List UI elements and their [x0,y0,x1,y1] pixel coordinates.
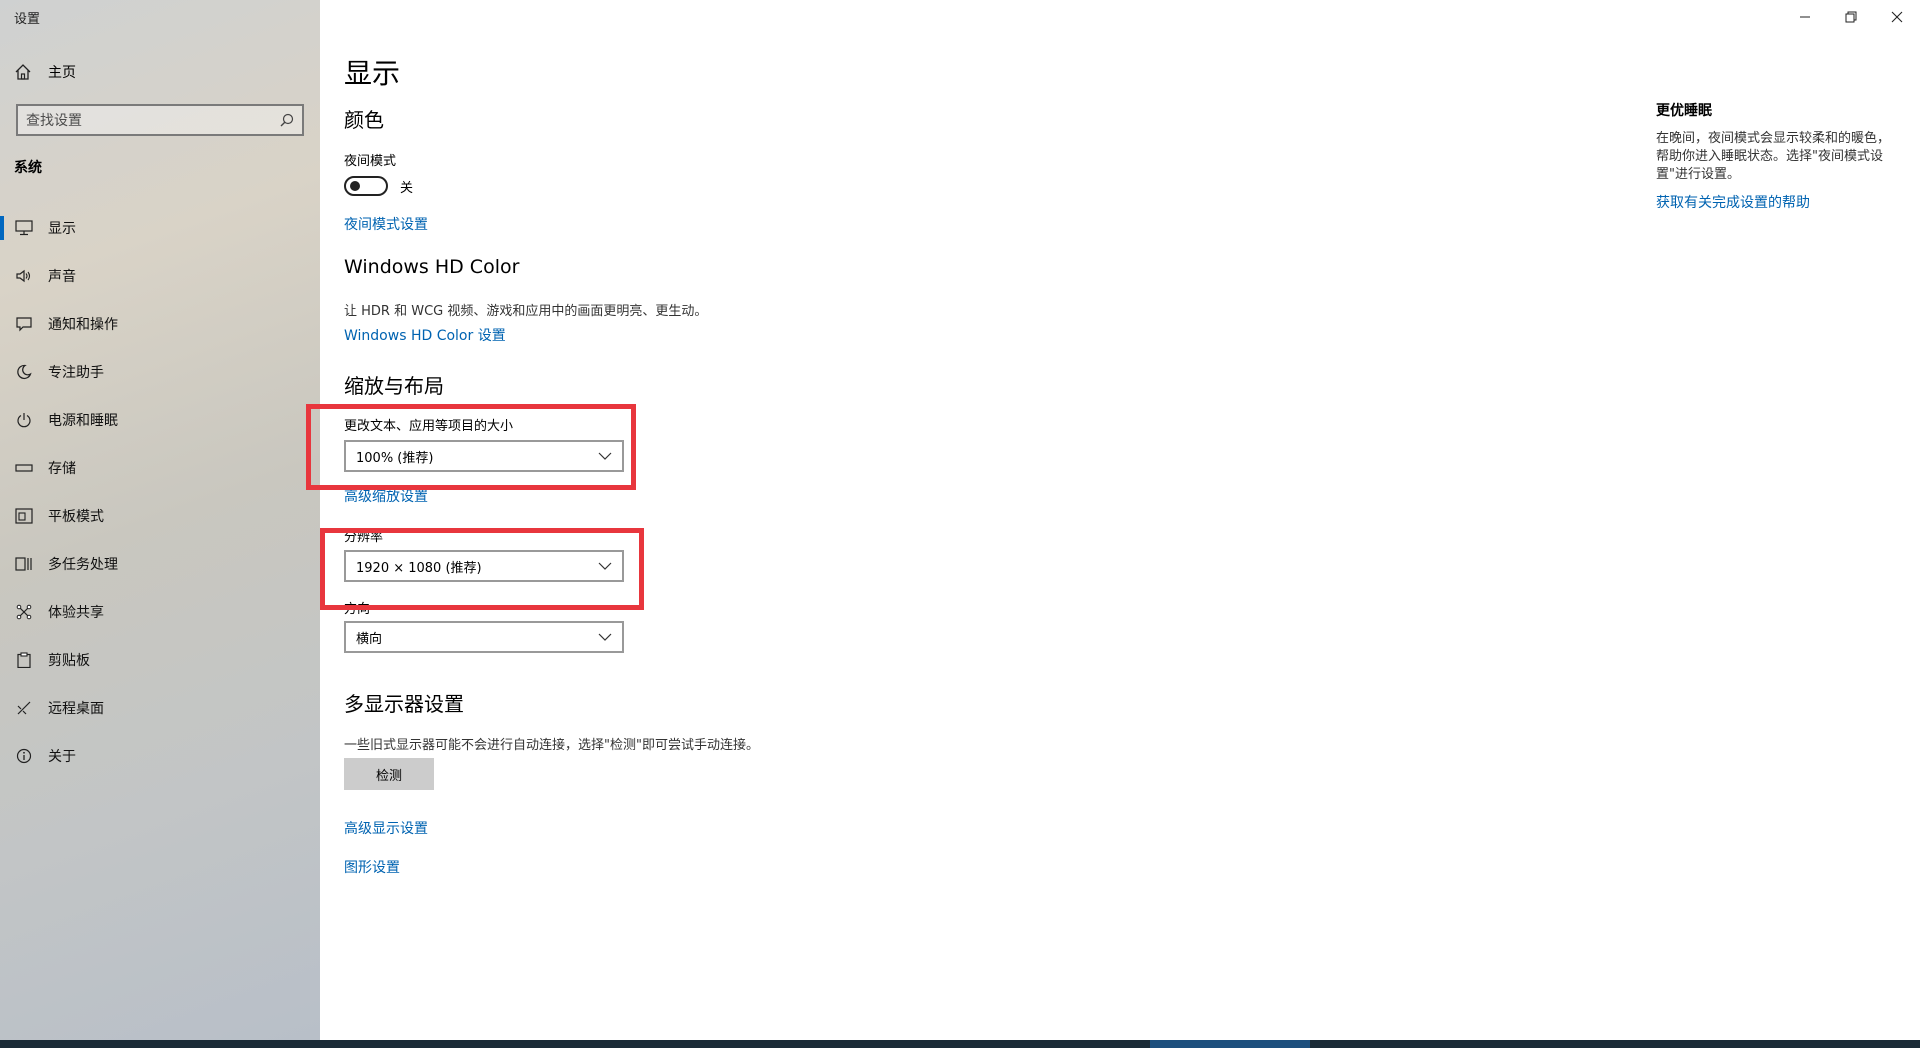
sidebar-item-display[interactable]: 显示 [0,204,320,252]
page-title: 显示 [344,57,401,90]
monitor-icon [14,218,34,238]
highlight-box-resolution [320,528,644,610]
share-icon [14,602,34,622]
sidebar-item-label: 显示 [48,221,76,237]
toggle-switch[interactable] [344,176,388,196]
night-mode-toggle[interactable]: 关 [344,176,413,196]
scale-heading: 缩放与布局 [344,374,444,398]
search-placeholder: 查找设置 [26,113,82,129]
power-icon [14,410,34,430]
hdr-heading: Windows HD Color [344,256,520,278]
taskbar-active-item[interactable] [1150,1040,1310,1048]
taskbar [0,1040,1920,1048]
window-title: 设置 [14,12,41,27]
sidebar-item-label: 电源和睡眠 [48,413,118,429]
sidebar-item-label: 多任务处理 [48,557,118,573]
minimize-icon[interactable] [1782,6,1828,28]
sidebar-item-label: 剪贴板 [48,653,90,669]
sidebar-item-label: 专注助手 [48,365,104,381]
orientation-dropdown[interactable]: 横向 [344,621,624,653]
toggle-knob [350,181,360,191]
close-icon[interactable] [1874,6,1920,28]
sidebar-item-multitasking[interactable]: 多任务处理 [0,540,320,588]
sidebar-item-label: 通知和操作 [48,317,118,333]
tablet-icon [14,506,34,526]
help-link[interactable]: 获取有关完成设置的帮助 [1656,192,1896,212]
sidebar-category: 系统 [14,160,42,176]
sidebar-item-label: 存储 [48,461,76,477]
help-text: 在晚间，夜间模式会显示较柔和的暖色，帮助你进入睡眠状态。选择"夜间模式设置"进行… [1656,131,1891,182]
multitask-icon [14,554,34,574]
info-icon [14,746,34,766]
sidebar-nav: 显示 声音 通知和操作 专注助手 电源和睡眠 存储 平板模式 多任务处理 体验共… [0,204,320,780]
sidebar-item-sound[interactable]: 声音 [0,252,320,300]
moon-icon [14,362,34,382]
search-input[interactable]: 查找设置 [16,104,304,136]
restore-icon[interactable] [1828,6,1874,28]
search-icon [280,113,294,127]
sidebar-home-label: 主页 [48,65,76,81]
hdr-settings-link[interactable]: Windows HD Color 设置 [344,325,506,345]
graphics-settings-link[interactable]: 图形设置 [344,857,400,877]
sidebar-item-focus-assist[interactable]: 专注助手 [0,348,320,396]
remote-icon [14,698,34,718]
advanced-display-link[interactable]: 高级显示设置 [344,818,428,838]
sidebar-item-power[interactable]: 电源和睡眠 [0,396,320,444]
highlight-box-scale [306,404,636,490]
sidebar-home[interactable]: 主页 [14,62,76,82]
chevron-down-icon [598,633,612,641]
sidebar-item-label: 远程桌面 [48,701,104,717]
sidebar-item-label: 声音 [48,269,76,285]
help-panel: 更优睡眠 在晚间，夜间模式会显示较柔和的暖色，帮助你进入睡眠状态。选择"夜间模式… [1656,100,1896,212]
night-mode-label: 夜间模式 [344,154,397,169]
night-mode-settings-link[interactable]: 夜间模式设置 [344,214,428,234]
sidebar-item-label: 关于 [48,749,76,765]
hdr-description: 让 HDR 和 WCG 视频、游戏和应用中的画面更明亮、更生动。 [344,304,708,319]
sidebar-item-storage[interactable]: 存储 [0,444,320,492]
sidebar-item-shared-experiences[interactable]: 体验共享 [0,588,320,636]
sidebar-item-label: 平板模式 [48,509,104,525]
orientation-value: 横向 [356,631,383,647]
window-controls [1782,6,1920,28]
sidebar: 设置 主页 查找设置 系统 显示 声音 通知和操作 专注助手 电源和睡眠 存储 … [0,0,320,1040]
detect-button[interactable]: 检测 [344,758,434,790]
sidebar-item-tablet[interactable]: 平板模式 [0,492,320,540]
storage-icon [14,458,34,478]
sidebar-item-notifications[interactable]: 通知和操作 [0,300,320,348]
night-mode-state: 关 [400,180,414,196]
home-icon [15,64,31,80]
sidebar-item-clipboard[interactable]: 剪贴板 [0,636,320,684]
sidebar-item-label: 体验共享 [48,605,104,621]
settings-window: 设置 主页 查找设置 系统 显示 声音 通知和操作 专注助手 电源和睡眠 存储 … [0,0,1920,1040]
sidebar-item-about[interactable]: 关于 [0,732,320,780]
multi-display-description: 一些旧式显示器可能不会进行自动连接，选择"检测"即可尝试手动连接。 [344,738,759,753]
sidebar-item-remote-desktop[interactable]: 远程桌面 [0,684,320,732]
notification-icon [14,314,34,334]
clipboard-icon [14,650,34,670]
color-heading: 颜色 [344,108,384,132]
help-title: 更优睡眠 [1656,103,1712,119]
speaker-icon [14,266,34,286]
multi-display-heading: 多显示器设置 [344,692,464,716]
main-content: 显示 颜色 夜间模式 关 夜间模式设置 Windows HD Color 让 H… [306,0,1544,1040]
